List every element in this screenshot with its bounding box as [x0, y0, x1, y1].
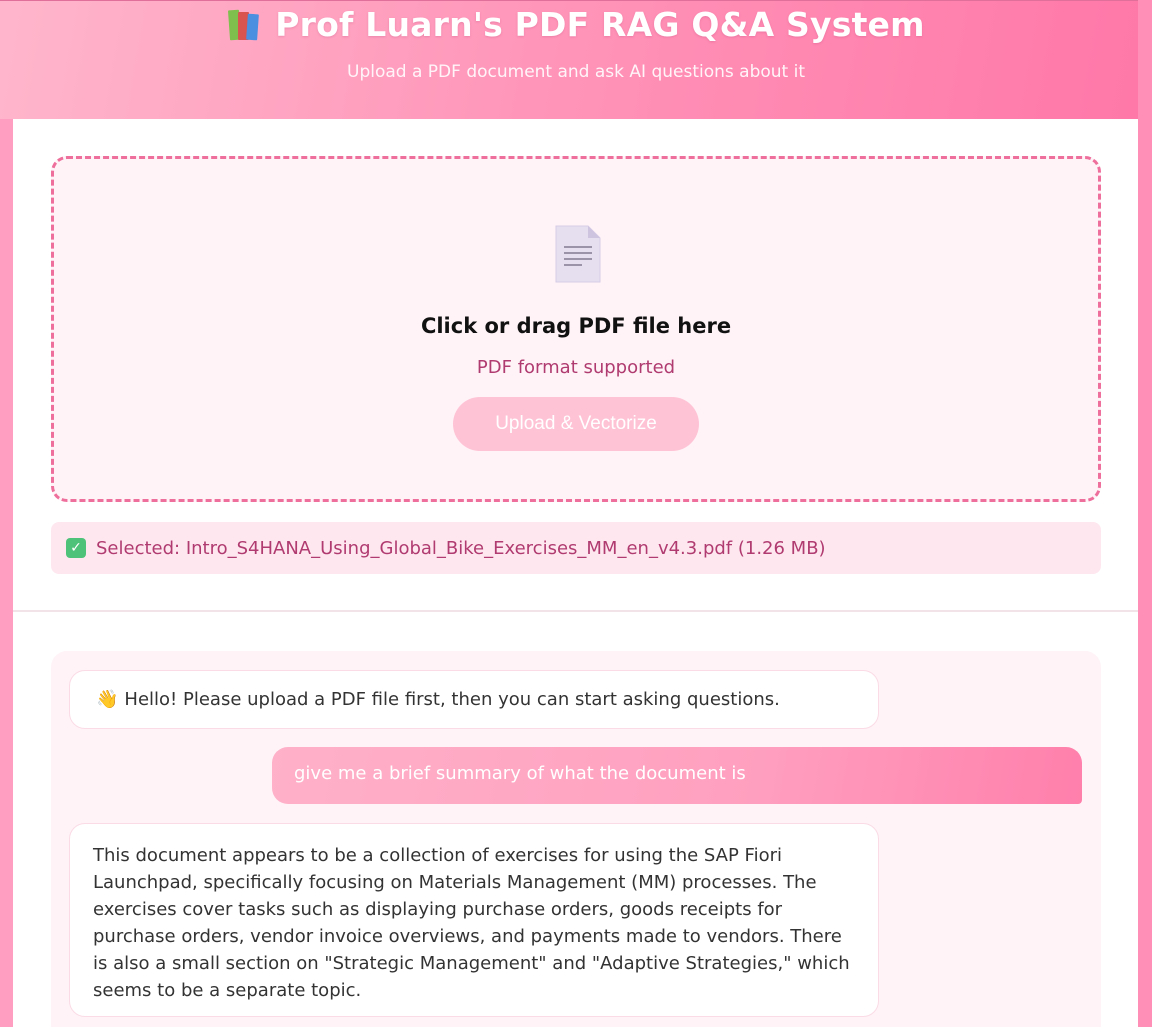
- books-icon: [227, 6, 263, 41]
- assistant-message: 👋 Hello! Please upload a PDF file first, …: [69, 670, 879, 729]
- page-title: Prof Luarn's PDF RAG Q&A System: [0, 5, 1152, 44]
- drop-zone-subtitle: PDF format supported: [476, 357, 676, 378]
- divider: [13, 610, 1138, 612]
- assistant-message: This document appears to be a collection…: [69, 823, 879, 1017]
- document-icon: [555, 225, 601, 283]
- message-text: give me a brief summary of what the docu…: [294, 763, 746, 784]
- user-message: give me a brief summary of what the docu…: [272, 747, 1082, 804]
- header: Prof Luarn's PDF RAG Q&A System Upload a…: [0, 0, 1138, 119]
- chat-area[interactable]: 👋 Hello! Please upload a PDF file first, …: [51, 651, 1101, 1027]
- page-subtitle: Upload a PDF document and ask AI questio…: [347, 62, 805, 82]
- check-icon: ✓: [66, 538, 86, 558]
- message-text: Hello! Please upload a PDF file first, t…: [124, 689, 780, 710]
- pdf-drop-zone[interactable]: Click or drag PDF file here PDF format s…: [51, 156, 1101, 502]
- wave-icon: 👋: [96, 689, 119, 710]
- upload-vectorize-button[interactable]: Upload & Vectorize: [453, 397, 699, 451]
- selected-file-status: ✓ Selected: Intro_S4HANA_Using_Global_Bi…: [51, 522, 1101, 574]
- page-title-text: Prof Luarn's PDF RAG Q&A System: [275, 5, 925, 44]
- message-text: This document appears to be a collection…: [93, 845, 850, 1001]
- drop-zone-title: Click or drag PDF file here: [420, 314, 732, 338]
- selected-file-text: Selected: Intro_S4HANA_Using_Global_Bike…: [96, 537, 826, 559]
